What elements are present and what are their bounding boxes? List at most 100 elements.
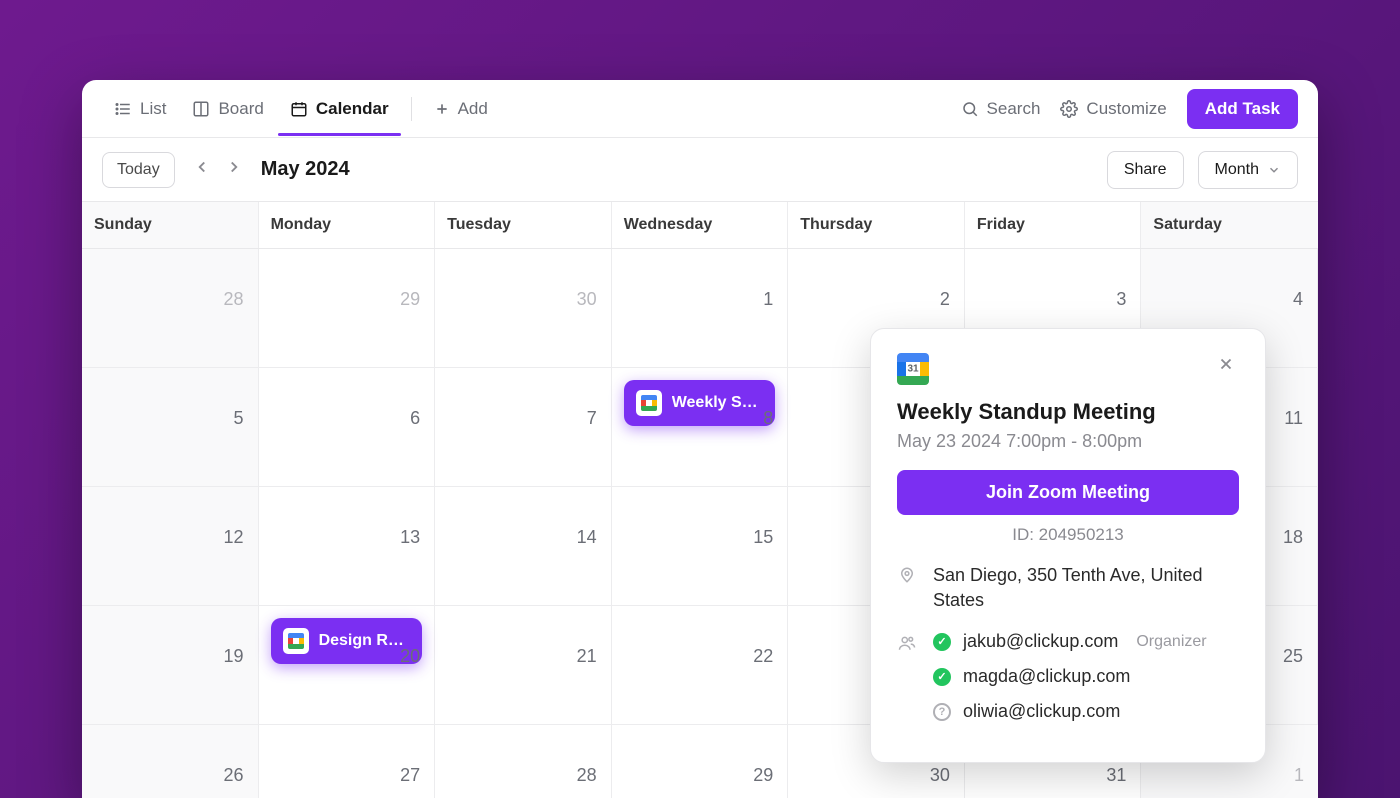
date-number: 3: [1116, 289, 1126, 310]
people-icon: [897, 634, 917, 652]
attendee-email: jakub@clickup.com: [963, 631, 1118, 652]
calendar-cell[interactable]: 21: [435, 606, 612, 725]
sub-right: Share Month: [1107, 151, 1298, 189]
button-label: Add Task: [1205, 99, 1280, 118]
tab-calendar[interactable]: Calendar: [278, 83, 401, 135]
button-label: Today: [117, 161, 160, 178]
date-number: 7: [587, 408, 597, 429]
calendar-header: Sunday Monday Tuesday Wednesday Thursday…: [82, 202, 1318, 249]
action-label: Search: [987, 99, 1041, 119]
date-number: 30: [577, 289, 597, 310]
top-actions: Search Customize Add Task: [961, 89, 1298, 129]
day-header: Saturday: [1141, 202, 1318, 248]
date-number: 4: [1293, 289, 1303, 310]
search-icon: [961, 100, 979, 118]
tab-list[interactable]: List: [102, 83, 178, 135]
event-label: Design R…: [319, 632, 404, 650]
date-number: 18: [1283, 527, 1303, 548]
button-label: Join Zoom Meeting: [986, 482, 1150, 502]
calendar-cell[interactable]: 19: [82, 606, 259, 725]
app-window: List Board Calendar Add: [82, 80, 1318, 798]
calendar-cell[interactable]: 28: [435, 725, 612, 798]
customize-action[interactable]: Customize: [1060, 99, 1166, 119]
status-accepted-icon: [933, 668, 951, 686]
attendee-email: magda@clickup.com: [963, 666, 1130, 687]
view-mode-select[interactable]: Month: [1198, 151, 1298, 189]
date-number: 5: [234, 408, 244, 429]
date-number: 31: [1106, 765, 1126, 786]
attendee-list: jakub@clickup.com Organizer magda@clicku…: [933, 631, 1239, 722]
share-button[interactable]: Share: [1107, 151, 1184, 189]
event-title: Weekly Standup Meeting: [897, 399, 1239, 425]
date-number: 8: [763, 408, 773, 429]
event-label: Weekly S…: [672, 394, 758, 412]
view-tabs: List Board Calendar Add: [102, 83, 500, 135]
organizer-tag: Organizer: [1136, 633, 1206, 651]
event-popover: Weekly Standup Meeting May 23 2024 7:00p…: [870, 328, 1266, 763]
google-calendar-icon: [283, 628, 309, 654]
date-number: 13: [400, 527, 420, 548]
calendar-cell[interactable]: 6: [259, 368, 436, 487]
join-meeting-button[interactable]: Join Zoom Meeting: [897, 470, 1239, 515]
date-number: 21: [577, 646, 597, 667]
prev-month-button[interactable]: [189, 154, 215, 185]
attendee-row: oliwia@clickup.com: [933, 701, 1239, 722]
month-nav: [189, 154, 247, 185]
calendar-cell[interactable]: 15: [612, 487, 789, 606]
tab-label: Board: [218, 99, 263, 119]
tab-board[interactable]: Board: [180, 83, 275, 135]
add-task-button[interactable]: Add Task: [1187, 89, 1298, 129]
day-header: Tuesday: [435, 202, 612, 248]
calendar-cell[interactable]: 30: [435, 249, 612, 368]
calendar-cell[interactable]: Weekly S… 8: [612, 368, 789, 487]
date-number: 11: [1284, 408, 1303, 429]
calendar-cell[interactable]: 26: [82, 725, 259, 798]
plus-icon: [434, 101, 450, 117]
date-number: 15: [753, 527, 773, 548]
date-number: 29: [753, 765, 773, 786]
location-row: San Diego, 350 Tenth Ave, United States: [897, 563, 1239, 613]
attendee-row: jakub@clickup.com Organizer: [933, 631, 1239, 652]
calendar-cell[interactable]: 28: [82, 249, 259, 368]
popover-header: [897, 353, 1239, 385]
event-time: May 23 2024 7:00pm - 8:00pm: [897, 431, 1239, 452]
month-title: May 2024: [261, 158, 350, 181]
event-weekly-standup[interactable]: Weekly S…: [624, 380, 776, 426]
date-number: 12: [224, 527, 244, 548]
attendees-row: jakub@clickup.com Organizer magda@clicku…: [897, 631, 1239, 722]
calendar-cell[interactable]: 29: [612, 725, 789, 798]
sub-bar: Today May 2024 Share Month: [82, 138, 1318, 202]
meeting-id: ID: 204950213: [897, 525, 1239, 545]
date-number: 25: [1283, 646, 1303, 667]
date-number: 19: [224, 646, 244, 667]
today-button[interactable]: Today: [102, 152, 175, 188]
day-header: Wednesday: [612, 202, 789, 248]
calendar-cell[interactable]: 14: [435, 487, 612, 606]
calendar-cell[interactable]: 13: [259, 487, 436, 606]
calendar-cell[interactable]: 29: [259, 249, 436, 368]
close-button[interactable]: [1213, 353, 1239, 381]
calendar-cell[interactable]: 12: [82, 487, 259, 606]
google-calendar-icon: [636, 390, 662, 416]
action-label: Customize: [1086, 99, 1166, 119]
divider: [411, 97, 412, 121]
calendar-cell[interactable]: 27: [259, 725, 436, 798]
google-calendar-icon: [897, 353, 929, 385]
date-number: 30: [930, 765, 950, 786]
next-month-button[interactable]: [221, 154, 247, 185]
board-icon: [192, 100, 210, 118]
calendar-cell[interactable]: 5: [82, 368, 259, 487]
date-number: 14: [577, 527, 597, 548]
list-icon: [114, 100, 132, 118]
tab-label: Calendar: [316, 99, 389, 119]
date-number: 20: [400, 646, 420, 667]
calendar-cell[interactable]: 22: [612, 606, 789, 725]
tab-add-view[interactable]: Add: [422, 83, 500, 135]
attendee-row: magda@clickup.com: [933, 666, 1239, 687]
calendar-cell[interactable]: Design R… 20: [259, 606, 436, 725]
calendar-cell[interactable]: 1: [612, 249, 789, 368]
date-number: 29: [400, 289, 420, 310]
calendar-cell[interactable]: 7: [435, 368, 612, 487]
date-number: 1: [1294, 765, 1304, 786]
search-action[interactable]: Search: [961, 99, 1041, 119]
